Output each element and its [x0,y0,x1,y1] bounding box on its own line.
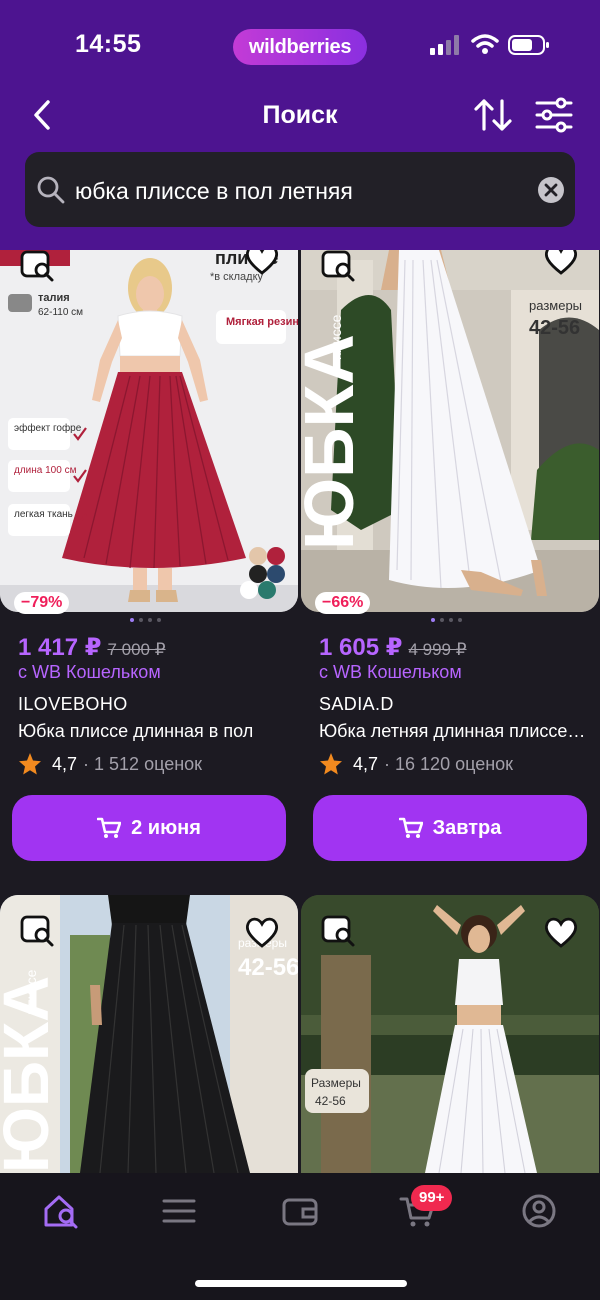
search-bar[interactable] [25,152,575,227]
product-name[interactable]: Юбка плиссе длинная в пол [18,721,288,742]
image-caption: 62-110 см [38,307,83,318]
search-input[interactable] [73,170,517,212]
similar-search-icon[interactable] [20,915,56,949]
product-image[interactable]: ЮБКА плиссе размеры 42-56 [301,250,599,612]
similar-search-icon[interactable] [20,250,56,284]
sort-icon[interactable] [473,97,513,133]
rating-value: 4,7 [353,753,379,774]
search-icon [37,176,65,204]
price-block: 1 605 ₽ 4 999 ₽ [319,633,467,662]
image-caption: 42-56 [315,1094,346,1108]
discount-badge: −79% [14,592,70,614]
status-time: 14:55 [75,30,142,58]
image-caption: легкая ткань [14,509,73,520]
image-caption: размеры [529,298,582,313]
image-caption: 42-56 [529,317,580,339]
product-card[interactable]: Размеры 42-56 [301,895,599,1173]
delivery-date: Завтра [432,816,502,839]
profile-icon[interactable] [520,1193,558,1229]
brand-name[interactable]: ILOVEBOHO [18,694,128,715]
wallet-note: с WB Кошельком [18,662,161,682]
star-icon [19,753,41,775]
current-price: 1 605 ₽ [319,634,403,661]
image-caption: плиссе [328,314,344,360]
product-image[interactable]: ЮБКА плиссе размеры 42-56 [0,895,298,1173]
home-search-icon[interactable] [42,1193,80,1229]
product-name[interactable]: Юбка летняя длинная плиссе в пол [319,721,589,742]
discount-badge: −66% [315,592,371,614]
wallet-note: с WB Кошельком [319,662,462,682]
review-count: · 1 512 оценок [83,753,203,774]
battery-icon [508,35,549,55]
add-to-cart-button[interactable]: Завтра [313,795,587,861]
image-caption: 42-56 [238,954,298,981]
favorite-heart-icon[interactable] [543,250,579,276]
cart-icon [97,817,122,838]
filter-icon[interactable] [534,97,574,133]
cart-icon [398,817,423,838]
similar-search-icon[interactable] [321,915,357,949]
image-pager-dots [130,618,161,622]
image-caption: Мягкая резинка [226,316,298,328]
image-caption: длина 100 см [14,465,77,476]
image-caption: ЮБКА [301,334,368,550]
cart-count-badge: 99+ [411,1185,453,1211]
delivery-date: 2 июня [131,816,201,839]
star-icon [320,753,342,775]
brand-name[interactable]: SADIA.D [319,694,394,715]
price-block: 1 417 ₽ 7 000 ₽ [18,633,166,662]
top-header: 14:55 wildberries Поиск [0,0,600,250]
image-caption: плиссе [23,969,39,1015]
image-caption: талия [38,292,70,304]
product-image[interactable]: Размеры 42-56 [301,895,599,1173]
wallet-icon[interactable] [281,1193,319,1229]
home-indicator [195,1280,407,1287]
image-caption: Размеры [311,1076,361,1090]
catalog-menu-icon[interactable] [160,1193,198,1229]
add-to-cart-button[interactable]: 2 июня [12,795,286,861]
product-card[interactable]: ЮБКА плиссе размеры 42-56 [0,895,298,1173]
similar-search-icon[interactable] [321,250,357,284]
image-caption: эффект гофре [14,422,82,434]
signal-icon [430,35,459,55]
brand-logo: wildberries [233,29,367,65]
clear-search-icon[interactable] [537,176,565,204]
rating: 4,7 · 16 120 оценок [319,752,513,776]
old-price: 7 000 ₽ [107,640,166,659]
favorite-heart-icon[interactable] [543,915,579,949]
favorite-heart-icon[interactable] [244,250,280,276]
image-pager-dots [431,618,462,622]
old-price: 4 999 ₽ [408,640,467,659]
current-price: 1 417 ₽ [18,634,102,661]
product-image[interactable]: плиссе *в складку талия 62-110 см Мягкая… [0,250,298,612]
favorite-heart-icon[interactable] [244,915,280,949]
rating: 4,7 · 1 512 оценок [18,752,202,776]
wifi-icon [471,34,499,54]
review-count: · 16 120 оценок [384,753,514,774]
rating-value: 4,7 [52,753,78,774]
